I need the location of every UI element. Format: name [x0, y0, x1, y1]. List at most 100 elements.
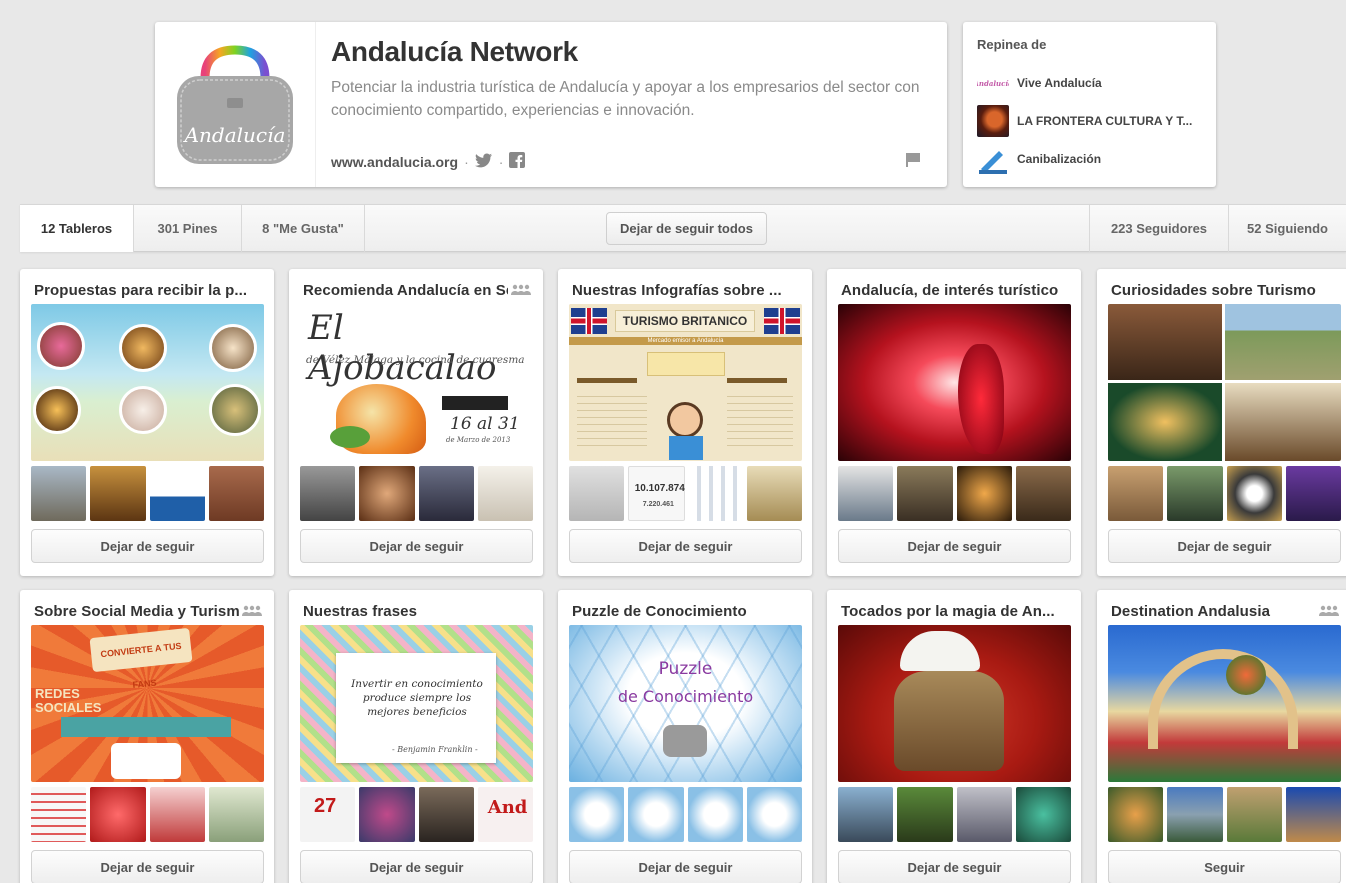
tab-pins[interactable]: 301 Pines — [134, 205, 242, 252]
board-thumbnail[interactable] — [897, 466, 953, 521]
unfollow-board-button[interactable]: Dejar de seguir — [31, 529, 264, 563]
board-card[interactable]: Sobre Social Media y Turismo CONVIERTE A… — [20, 590, 274, 883]
follow-board-button[interactable]: Seguir — [1108, 850, 1341, 883]
website-link[interactable]: www.andalucia.org — [331, 154, 458, 170]
board-thumbnail[interactable] — [747, 466, 802, 521]
board-thumbnail[interactable] — [31, 787, 87, 842]
board-card[interactable]: Recomienda Andalucía en Semana Santa El … — [289, 269, 543, 576]
board-cover-image[interactable]: Puzzle de Conocimiento — [569, 625, 802, 782]
board-thumbnail[interactable] — [569, 787, 625, 842]
board-thumbnail[interactable] — [628, 787, 684, 842]
board-thumbnail[interactable] — [90, 787, 146, 842]
repin-source-item[interactable]: Andalucía Vive Andalucía — [977, 64, 1202, 102]
repin-source-label: LA FRONTERA CULTURA Y T... — [1017, 114, 1193, 128]
board-thumbnail[interactable] — [1015, 787, 1071, 842]
profile-avatar[interactable]: Andalucía — [155, 22, 316, 187]
board-thumbnail[interactable] — [687, 787, 743, 842]
tab-following[interactable]: 52 Siguiendo — [1229, 205, 1346, 252]
board-thumbnails — [300, 466, 533, 521]
board-thumbnail[interactable] — [359, 466, 415, 521]
board-thumbnail[interactable] — [149, 466, 205, 521]
repin-source-item[interactable]: LA FRONTERA CULTURA Y T... — [977, 102, 1202, 140]
board-thumbnail[interactable] — [208, 787, 264, 842]
flag-icon[interactable] — [905, 152, 921, 173]
board-thumbnail[interactable] — [838, 787, 894, 842]
board-thumbnail[interactable] — [838, 466, 894, 521]
board-title[interactable]: Sobre Social Media y Turismo — [34, 603, 239, 620]
board-thumbnail[interactable] — [149, 787, 205, 842]
unfollow-all-button[interactable]: Dejar de seguir todos — [606, 212, 767, 245]
board-thumbnail[interactable] — [418, 466, 474, 521]
unfollow-board-button[interactable]: Dejar de seguir — [300, 850, 533, 883]
board-thumbnail[interactable] — [1015, 466, 1071, 521]
board-cover-image[interactable] — [838, 625, 1071, 782]
board-thumbnail[interactable] — [1285, 787, 1341, 842]
board-card[interactable]: Puzzle de Conocimiento Puzzle de Conocim… — [558, 590, 812, 883]
board-thumbnail[interactable] — [1285, 466, 1341, 521]
board-cover-image[interactable] — [1108, 304, 1341, 461]
board-card[interactable]: Nuestras frases Invertir en conocimiento… — [289, 590, 543, 883]
unfollow-board-button[interactable]: Dejar de seguir — [569, 850, 802, 883]
board-thumbnail[interactable] — [477, 466, 533, 521]
unfollow-board-button[interactable]: Dejar de seguir — [31, 850, 264, 883]
board-thumbnail[interactable] — [418, 787, 474, 842]
board-thumbnail[interactable] — [688, 466, 744, 521]
board-cover-image[interactable]: TURISMO BRITANICO Mercado emisor a Andal… — [569, 304, 802, 461]
unfollow-board-button[interactable]: Dejar de seguir — [300, 529, 533, 563]
board-thumbnail[interactable]: 10.107.874 7.220.461 — [627, 466, 685, 521]
board-thumbnail[interactable]: 27 — [300, 787, 356, 842]
board-card[interactable]: Andalucía, de interés turístico Dejar de… — [827, 269, 1081, 576]
board-thumbnail[interactable] — [208, 466, 264, 521]
tab-followers[interactable]: 223 Seguidores — [1089, 205, 1229, 252]
board-card[interactable]: Destination Andalusia Seguir — [1097, 590, 1346, 883]
repin-source-label: Vive Andalucía — [1017, 76, 1102, 90]
board-thumbnail[interactable] — [1226, 466, 1282, 521]
tab-boards[interactable]: 12 Tableros — [20, 205, 134, 252]
board-thumbnail[interactable] — [569, 466, 624, 521]
board-card[interactable]: Nuestras Infografías sobre ... TURISMO B… — [558, 269, 812, 576]
board-title[interactable]: Propuestas para recibir la p... — [34, 282, 262, 299]
facebook-icon[interactable] — [509, 152, 526, 171]
board-title[interactable]: Andalucía, de interés turístico — [841, 282, 1069, 299]
unfollow-board-button[interactable]: Dejar de seguir — [1108, 529, 1341, 563]
cover-subtitle: de Vélez Málaga y la cocina de cuaresma — [306, 354, 525, 366]
board-title[interactable]: Destination Andalusia — [1111, 603, 1301, 620]
board-thumbnail[interactable] — [1167, 466, 1223, 521]
board-thumbnail[interactable] — [746, 787, 802, 842]
board-title[interactable]: Nuestras frases — [303, 603, 531, 620]
board-cover-image[interactable] — [31, 304, 264, 461]
board-card[interactable]: Propuestas para recibir la p... Dejar de… — [20, 269, 274, 576]
board-title[interactable]: Nuestras Infografías sobre ... — [572, 282, 800, 299]
board-cover-image[interactable] — [838, 304, 1071, 461]
board-cover-image[interactable]: Invertir en conocimiento produce siempre… — [300, 625, 533, 782]
thumbnail-text: And — [487, 797, 528, 818]
board-cover-image[interactable] — [1108, 625, 1341, 782]
board-thumbnail[interactable] — [956, 787, 1012, 842]
board-cover-image[interactable]: CONVIERTE A TUS FANS REDES SOCIALES — [31, 625, 264, 782]
board-thumbnail[interactable] — [897, 787, 953, 842]
board-card[interactable]: Tocados por la magia de An... Dejar de s… — [827, 590, 1081, 883]
board-thumbnail[interactable] — [1108, 466, 1164, 521]
board-thumbnail[interactable]: And — [477, 787, 533, 842]
board-thumbnail[interactable] — [956, 466, 1012, 521]
unfollow-board-button[interactable]: Dejar de seguir — [838, 850, 1071, 883]
unfollow-board-button[interactable]: Dejar de seguir — [569, 529, 802, 563]
board-thumbnail[interactable] — [359, 787, 415, 842]
board-thumbnail[interactable] — [1108, 787, 1164, 842]
board-title[interactable]: Curiosidades sobre Turismo — [1111, 282, 1339, 299]
board-title[interactable]: Tocados por la magia de An... — [841, 603, 1069, 620]
tab-likes[interactable]: 8 "Me Gusta" — [242, 205, 365, 252]
board-thumbnail[interactable] — [300, 466, 356, 521]
twitter-icon[interactable] — [474, 153, 493, 171]
board-thumbnail[interactable] — [1167, 787, 1223, 842]
unfollow-board-button[interactable]: Dejar de seguir — [838, 529, 1071, 563]
board-cover-image[interactable]: El Ajobacalao de Vélez Málaga y la cocin… — [300, 304, 533, 461]
board-thumbnail[interactable] — [31, 466, 87, 521]
board-thumbnail[interactable] — [90, 466, 146, 521]
board-title[interactable]: Puzzle de Conocimiento — [572, 603, 800, 620]
board-card[interactable]: Curiosidades sobre Turismo Dejar de segu… — [1097, 269, 1346, 576]
board-thumbnail[interactable] — [1226, 787, 1282, 842]
board-title[interactable]: Recomienda Andalucía en Semana Santa — [303, 282, 508, 299]
profile-info: Andalucía Network Potenciar la industria… — [316, 22, 947, 187]
repin-source-item[interactable]: Canibalización — [977, 140, 1202, 178]
